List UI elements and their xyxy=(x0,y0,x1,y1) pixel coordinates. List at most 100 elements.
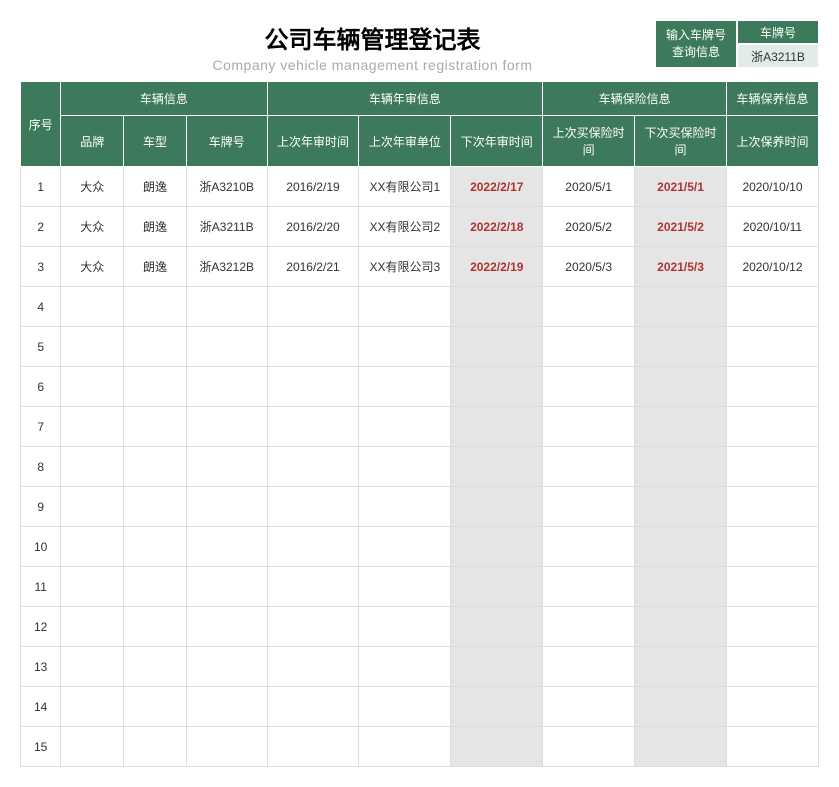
cell-plate[interactable] xyxy=(186,607,267,647)
cell-last-inspection-unit[interactable] xyxy=(359,727,451,767)
cell-last-inspection-date[interactable] xyxy=(267,287,359,327)
cell-next-insurance-date[interactable] xyxy=(635,447,727,487)
cell-model[interactable] xyxy=(124,527,187,567)
cell-model[interactable] xyxy=(124,687,187,727)
cell-brand[interactable]: 大众 xyxy=(61,247,124,287)
cell-seq[interactable]: 1 xyxy=(21,167,61,207)
cell-brand[interactable] xyxy=(61,487,124,527)
cell-model[interactable]: 朗逸 xyxy=(124,247,187,287)
cell-next-inspection-date[interactable] xyxy=(451,367,543,407)
cell-next-insurance-date[interactable] xyxy=(635,287,727,327)
cell-next-inspection-date[interactable] xyxy=(451,407,543,447)
cell-model[interactable] xyxy=(124,327,187,367)
cell-seq[interactable]: 6 xyxy=(21,367,61,407)
cell-last-maintenance-date[interactable] xyxy=(726,327,818,367)
cell-brand[interactable] xyxy=(61,367,124,407)
cell-last-inspection-unit[interactable] xyxy=(359,367,451,407)
cell-seq[interactable]: 9 xyxy=(21,487,61,527)
cell-brand[interactable] xyxy=(61,327,124,367)
cell-last-maintenance-date[interactable]: 2020/10/12 xyxy=(726,247,818,287)
cell-brand[interactable]: 大众 xyxy=(61,167,124,207)
cell-last-inspection-unit[interactable] xyxy=(359,687,451,727)
cell-last-insurance-date[interactable] xyxy=(543,367,635,407)
cell-next-inspection-date[interactable] xyxy=(451,687,543,727)
cell-next-inspection-date[interactable] xyxy=(451,647,543,687)
cell-plate[interactable] xyxy=(186,687,267,727)
cell-next-insurance-date[interactable]: 2021/5/2 xyxy=(635,207,727,247)
cell-last-maintenance-date[interactable] xyxy=(726,727,818,767)
cell-last-maintenance-date[interactable] xyxy=(726,487,818,527)
cell-last-inspection-unit[interactable] xyxy=(359,327,451,367)
cell-brand[interactable] xyxy=(61,647,124,687)
cell-last-insurance-date[interactable] xyxy=(543,647,635,687)
cell-last-insurance-date[interactable] xyxy=(543,527,635,567)
cell-next-inspection-date[interactable] xyxy=(451,287,543,327)
cell-last-inspection-unit[interactable]: XX有限公司2 xyxy=(359,207,451,247)
cell-last-inspection-unit[interactable] xyxy=(359,487,451,527)
cell-last-inspection-date[interactable] xyxy=(267,407,359,447)
cell-last-inspection-date[interactable] xyxy=(267,647,359,687)
cell-last-insurance-date[interactable]: 2020/5/1 xyxy=(543,167,635,207)
cell-last-maintenance-date[interactable] xyxy=(726,567,818,607)
cell-plate[interactable] xyxy=(186,487,267,527)
cell-next-insurance-date[interactable] xyxy=(635,687,727,727)
cell-next-insurance-date[interactable] xyxy=(635,487,727,527)
cell-next-inspection-date[interactable]: 2022/2/19 xyxy=(451,247,543,287)
cell-next-inspection-date[interactable] xyxy=(451,727,543,767)
cell-next-insurance-date[interactable] xyxy=(635,327,727,367)
cell-brand[interactable] xyxy=(61,407,124,447)
cell-seq[interactable]: 11 xyxy=(21,567,61,607)
cell-plate[interactable]: 浙A3210B xyxy=(186,167,267,207)
cell-brand[interactable]: 大众 xyxy=(61,207,124,247)
cell-next-insurance-date[interactable] xyxy=(635,727,727,767)
cell-last-insurance-date[interactable] xyxy=(543,687,635,727)
cell-seq[interactable]: 2 xyxy=(21,207,61,247)
cell-seq[interactable]: 12 xyxy=(21,607,61,647)
cell-next-inspection-date[interactable] xyxy=(451,607,543,647)
cell-last-maintenance-date[interactable] xyxy=(726,527,818,567)
cell-last-maintenance-date[interactable] xyxy=(726,647,818,687)
cell-plate[interactable]: 浙A3212B xyxy=(186,247,267,287)
cell-next-inspection-date[interactable] xyxy=(451,567,543,607)
cell-next-inspection-date[interactable]: 2022/2/18 xyxy=(451,207,543,247)
cell-model[interactable] xyxy=(124,487,187,527)
cell-last-inspection-date[interactable] xyxy=(267,447,359,487)
cell-last-inspection-unit[interactable] xyxy=(359,527,451,567)
cell-last-maintenance-date[interactable] xyxy=(726,407,818,447)
cell-plate[interactable]: 浙A3211B xyxy=(186,207,267,247)
cell-next-inspection-date[interactable] xyxy=(451,527,543,567)
cell-model[interactable] xyxy=(124,447,187,487)
cell-model[interactable] xyxy=(124,567,187,607)
cell-next-insurance-date[interactable] xyxy=(635,647,727,687)
cell-plate[interactable] xyxy=(186,407,267,447)
cell-brand[interactable] xyxy=(61,527,124,567)
cell-brand[interactable] xyxy=(61,567,124,607)
cell-model[interactable] xyxy=(124,607,187,647)
cell-last-inspection-date[interactable] xyxy=(267,487,359,527)
cell-seq[interactable]: 5 xyxy=(21,327,61,367)
cell-next-insurance-date[interactable]: 2021/5/1 xyxy=(635,167,727,207)
cell-next-inspection-date[interactable] xyxy=(451,327,543,367)
cell-model[interactable]: 朗逸 xyxy=(124,167,187,207)
cell-plate[interactable] xyxy=(186,327,267,367)
cell-next-inspection-date[interactable] xyxy=(451,447,543,487)
cell-last-inspection-unit[interactable] xyxy=(359,447,451,487)
cell-seq[interactable]: 8 xyxy=(21,447,61,487)
cell-seq[interactable]: 14 xyxy=(21,687,61,727)
cell-last-insurance-date[interactable] xyxy=(543,727,635,767)
cell-next-insurance-date[interactable]: 2021/5/3 xyxy=(635,247,727,287)
cell-next-insurance-date[interactable] xyxy=(635,567,727,607)
cell-plate[interactable] xyxy=(186,447,267,487)
cell-last-inspection-date[interactable]: 2016/2/20 xyxy=(267,207,359,247)
cell-last-inspection-date[interactable] xyxy=(267,527,359,567)
cell-model[interactable] xyxy=(124,287,187,327)
cell-plate[interactable] xyxy=(186,727,267,767)
cell-brand[interactable] xyxy=(61,727,124,767)
cell-last-insurance-date[interactable]: 2020/5/2 xyxy=(543,207,635,247)
cell-last-maintenance-date[interactable] xyxy=(726,687,818,727)
cell-next-insurance-date[interactable] xyxy=(635,527,727,567)
cell-plate[interactable] xyxy=(186,287,267,327)
cell-next-inspection-date[interactable]: 2022/2/17 xyxy=(451,167,543,207)
cell-brand[interactable] xyxy=(61,607,124,647)
cell-last-maintenance-date[interactable]: 2020/10/10 xyxy=(726,167,818,207)
